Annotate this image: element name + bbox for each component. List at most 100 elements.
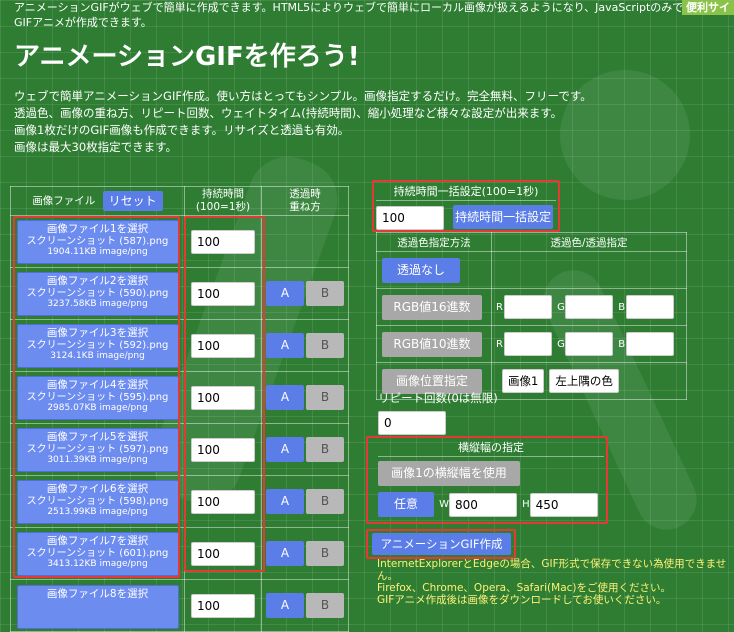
file-name: スクリーンショット (598).png — [26, 495, 169, 507]
overlay-cell: AB — [261, 371, 349, 424]
header-image-file: 画像ファイル リセット — [10, 186, 185, 216]
file-name: スクリーンショット (597).png — [26, 443, 169, 455]
note-line: InternetExplorerとEdgeの場合、GIF形式で保存できない為使用… — [377, 558, 727, 582]
duration-bulk-button[interactable]: 持続時間一括設定 — [453, 205, 554, 229]
duration-input[interactable] — [191, 437, 255, 462]
overlay-b-button[interactable]: B — [306, 541, 344, 566]
useful-sites-link[interactable]: 便利サイ — [682, 0, 734, 15]
duration-input[interactable] — [191, 593, 255, 618]
duration-input[interactable] — [191, 385, 255, 410]
duration-bulk-heading: 持続時間一括設定(100=1秒) — [376, 184, 556, 201]
browser-note: InternetExplorerとEdgeの場合、GIF形式で保存できない為使用… — [377, 558, 734, 606]
file-row: 画像ファイル7を選択 スクリーンショット (601).png 3413.12KB i… — [10, 527, 349, 580]
file-name: スクリーンショット (590).png — [26, 287, 169, 299]
file-cell: 画像ファイル2を選択 スクリーンショット (590).png 3237.58KB i… — [10, 267, 185, 320]
file-select-button[interactable]: 画像ファイル6を選択 スクリーンショット (598).png 2513.99KB i… — [16, 479, 179, 524]
file-select-label: 画像ファイル2を選択 — [46, 274, 149, 287]
duration-input[interactable] — [191, 229, 255, 254]
r-label: R — [496, 338, 503, 350]
header-transparency-color: 透過色/透過指定 — [491, 232, 687, 252]
duration-input[interactable] — [191, 281, 255, 306]
file-row: 画像ファイル2を選択 スクリーンショット (590).png 3237.58KB i… — [10, 267, 349, 320]
file-select-button[interactable]: 画像ファイル1を選択 スクリーンショット (587).png 1904.11KB i… — [16, 219, 179, 264]
rgb-dec-button[interactable]: RGB値10進数 — [382, 331, 482, 357]
height-label: H — [522, 499, 530, 510]
create-gif-button[interactable]: アニメーションGIF作成 — [372, 533, 511, 555]
image-select[interactable]: 画像1 — [502, 369, 545, 393]
image-files-table: 画像ファイル リセット 持続時間 (100=1秒) 透過時 重ね方 画像ファイル… — [10, 186, 349, 632]
file-select-label: 画像ファイル4を選択 — [46, 378, 149, 391]
repeat-input[interactable] — [378, 411, 446, 435]
note-line: GIFアニメ作成後は画像をダウンロードしてお使いください。 — [377, 594, 667, 606]
overlay-cell: AB — [261, 527, 349, 580]
overlay-b-button[interactable]: B — [306, 437, 344, 462]
file-row: 画像ファイル6を選択 スクリーンショット (598).png 2513.99KB i… — [10, 475, 349, 528]
rgb-dec-g-input[interactable] — [565, 332, 614, 356]
file-cell: 画像ファイル6を選択 スクリーンショット (598).png 2513.99KB i… — [10, 475, 185, 528]
overlay-a-button[interactable]: A — [266, 437, 304, 462]
overlay-b-button[interactable]: B — [306, 333, 344, 358]
width-label: W — [439, 499, 449, 510]
overlay-a-button[interactable]: A — [266, 281, 304, 306]
intro-line: 透過色、画像の重ね方、リピート回数、ウェイトタイム(持続時間)、縮小処理など様々… — [14, 106, 563, 120]
file-name: スクリーンショット (601).png — [26, 547, 169, 559]
file-row: 画像ファイル3を選択 スクリーンショット (592).png 3124.1KB im… — [10, 319, 349, 372]
height-input[interactable] — [529, 493, 598, 517]
overlay-cell — [261, 215, 349, 268]
file-select-button[interactable]: 画像ファイル8を選択 — [16, 585, 179, 629]
corner-color-select[interactable]: 左上隅の色 — [549, 369, 619, 393]
file-select-button[interactable]: 画像ファイル5を選択 スクリーンショット (597).png 3011.39KB i… — [16, 427, 179, 472]
file-cell: 画像ファイル5を選択 スクリーンショット (597).png 3011.39KB i… — [10, 423, 185, 476]
file-select-button[interactable]: 画像ファイル3を選択 スクリーンショット (592).png 3124.1KB im… — [16, 323, 179, 368]
duration-input[interactable] — [191, 333, 255, 358]
file-info: 3237.58KB image/png — [47, 298, 148, 309]
file-row: 画像ファイル1を選択 スクリーンショット (587).png 1904.11KB i… — [10, 215, 349, 268]
g-label: G — [557, 301, 565, 313]
no-transparency-button[interactable]: 透過なし — [382, 257, 460, 283]
file-cell: 画像ファイル4を選択 スクリーンショット (595).png 2985.07KB i… — [10, 371, 185, 424]
duration-cell — [184, 215, 262, 268]
file-select-button[interactable]: 画像ファイル7を選択 スクリーンショット (601).png 3413.12KB i… — [16, 531, 179, 576]
overlay-a-button[interactable]: A — [266, 385, 304, 410]
rgb-hex-g-input[interactable] — [565, 295, 614, 319]
rgb-dec-r-input[interactable] — [504, 332, 552, 356]
rgb-hex-button[interactable]: RGB値16進数 — [382, 294, 482, 320]
file-info: 3011.39KB image/png — [47, 454, 148, 465]
file-select-label: 画像ファイル3を選択 — [46, 326, 149, 339]
duration-input[interactable] — [191, 489, 255, 514]
file-select-button[interactable]: 画像ファイル2を選択 スクリーンショット (590).png 3237.58KB i… — [16, 271, 179, 316]
custom-size-button[interactable]: 任意 — [378, 492, 434, 517]
overlay-cell: AB — [261, 267, 349, 320]
overlay-b-button[interactable]: B — [306, 385, 344, 410]
overlay-a-button[interactable]: A — [266, 333, 304, 358]
overlay-cell: AB — [261, 319, 349, 372]
repeat-label: リピート回数(0は無限) — [378, 391, 498, 405]
header-duration: 持続時間 (100=1秒) — [184, 186, 262, 216]
header-transparent-overlay: 透過時 重ね方 — [261, 186, 349, 216]
duration-cell — [184, 319, 262, 372]
transparency-table: 透過色指定方法 透過色/透過指定 透過なし RGB値16進数 R G B RGB… — [376, 232, 687, 400]
file-select-button[interactable]: 画像ファイル4を選択 スクリーンショット (595).png 2985.07KB i… — [16, 375, 179, 420]
file-cell: 画像ファイル7を選択 スクリーンショット (601).png 3413.12KB i… — [10, 527, 185, 580]
width-input[interactable] — [448, 493, 517, 517]
overlay-b-button[interactable]: B — [306, 593, 344, 618]
overlay-b-button[interactable]: B — [306, 281, 344, 306]
duration-bulk-input[interactable] — [376, 205, 444, 230]
overlay-cell: AB — [261, 475, 349, 528]
duration-input[interactable] — [191, 541, 255, 566]
rgb-dec-b-input[interactable] — [626, 332, 675, 356]
overlay-b-button[interactable]: B — [306, 489, 344, 514]
rgb-hex-r-input[interactable] — [504, 295, 552, 319]
file-cell: 画像ファイル3を選択 スクリーンショット (592).png 3124.1KB im… — [10, 319, 185, 372]
overlay-a-button[interactable]: A — [266, 593, 304, 618]
rgb-hex-b-input[interactable] — [626, 295, 675, 319]
file-cell: 画像ファイル8を選択 — [10, 579, 185, 632]
r-label: R — [496, 301, 503, 313]
overlay-a-button[interactable]: A — [266, 541, 304, 566]
file-row: 画像ファイル8を選択 AB — [10, 579, 349, 632]
overlay-a-button[interactable]: A — [266, 489, 304, 514]
reset-button[interactable]: リセット — [102, 191, 163, 211]
duration-cell — [184, 579, 262, 632]
duration-bulk-panel: 持続時間一括設定(100=1秒) 持続時間一括設定 — [376, 184, 556, 230]
use-image-size-button[interactable]: 画像1の横縦幅を使用 — [378, 461, 520, 486]
